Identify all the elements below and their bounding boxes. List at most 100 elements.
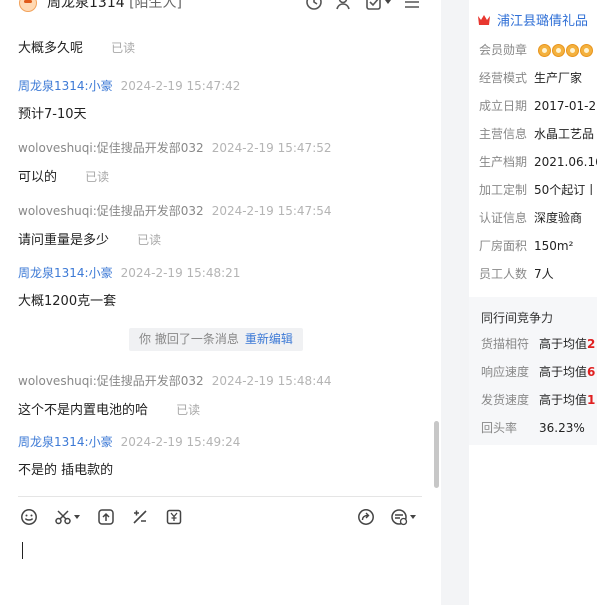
medal-icon: [551, 44, 565, 57]
chevron-down-icon[interactable]: [410, 515, 416, 519]
message-text: 预计7-10天: [18, 107, 87, 122]
competitiveness-box: 同行间竞争力 货描相符 高于均值2 响应速度 高于均值6 发货速度 高于均值1 回头率…: [469, 297, 597, 445]
compete-value: 36.23%: [539, 421, 585, 435]
message-item: 周龙泉1314:小豪 2024-2-19 15:47:42 预计7-10天: [18, 78, 240, 124]
chat-pane: 周龙泉1314 [陌生人] 大概多久呢 已读 周龙泉1314:小豪 2024-2…: [0, 0, 441, 605]
compete-row: 货描相符 高于均值2: [481, 335, 595, 352]
recall-notice: 你 撤回了一条消息 重新编辑: [129, 328, 303, 351]
checklist-icon[interactable]: [365, 0, 391, 11]
message-time: 2024-2-19 15:47:42: [120, 79, 241, 93]
info-value: 水晶工艺品: [534, 127, 595, 141]
message-item: woloveshuqi:促佳搜品开发部032 2024-2-19 15:48:44…: [18, 373, 332, 420]
message-list: 大概多久呢 已读 周龙泉1314:小豪 2024-2-19 15:47:42 预计…: [0, 14, 432, 496]
message-item: 周龙泉1314:小豪 2024-2-19 15:48:21 大概1200克一套: [18, 265, 240, 311]
info-label: 主营信息: [479, 127, 528, 141]
message-item: woloveshuqi:促佳搜品开发部032 2024-2-19 15:47:54…: [18, 203, 332, 250]
header-actions: [305, 0, 421, 11]
crown-icon: [478, 14, 490, 25]
read-status: 已读: [111, 41, 136, 55]
shop-name-row[interactable]: 浦江县璐倩礼品: [477, 10, 588, 29]
message-text: 不是的 插电款的: [18, 463, 114, 478]
compete-value: 高于均值: [539, 393, 588, 407]
contact-avatar[interactable]: [19, 0, 37, 12]
message-text: 大概多久呢: [18, 41, 84, 56]
shop-name[interactable]: 浦江县璐倩礼品: [497, 10, 588, 29]
compete-label: 发货速度: [481, 393, 530, 407]
price-icon[interactable]: [165, 508, 183, 526]
info-row: 生产档期 2021.06.16: [479, 153, 597, 170]
info-value: 7人: [534, 267, 554, 281]
compete-highlight: 6: [587, 365, 596, 379]
compete-highlight: 1: [587, 393, 596, 407]
message-sender[interactable]: 周龙泉1314:小豪: [18, 435, 113, 449]
info-row: 主营信息 水晶工艺品: [479, 125, 594, 142]
add-contact-icon[interactable]: [335, 0, 353, 11]
chevron-down-icon[interactable]: [74, 515, 80, 519]
text-cursor: [22, 542, 23, 559]
message-input[interactable]: [18, 538, 422, 598]
read-status: 已读: [176, 403, 201, 417]
message-sender: woloveshuqi:促佳搜品开发部032: [18, 204, 204, 218]
message-sender: woloveshuqi:促佳搜品开发部032: [18, 374, 204, 388]
info-row: 厂房面积 150m²: [479, 237, 573, 254]
message-item: 周龙泉1314:小豪 2024-2-19 15:49:24 不是的 插电款的: [18, 434, 240, 480]
message-item: woloveshuqi:促佳搜品开发部032 2024-2-19 15:47:52…: [18, 140, 332, 187]
message-time: 2024-2-19 15:47:54: [211, 204, 332, 218]
recall-notice-text: 你 撤回了一条消息: [139, 332, 239, 346]
compete-value: 高于均值: [539, 337, 588, 351]
medal-icon: [579, 44, 593, 57]
message-item: 大概多久呢 已读: [18, 39, 135, 58]
message-time: 2024-2-19 15:48:44: [211, 374, 332, 388]
composer-toolbar: [18, 508, 422, 530]
info-row: 成立日期 2017-01-26: [479, 97, 597, 114]
info-label: 加工定制: [479, 183, 528, 197]
info-value: 生产厂家: [534, 71, 583, 85]
read-status: 已读: [85, 170, 110, 184]
message-scrollbar[interactable]: [434, 421, 439, 488]
info-row: 加工定制 50个起订丨: [479, 181, 597, 198]
chat-header: 周龙泉1314 [陌生人]: [0, 0, 441, 14]
quick-reply-icon[interactable]: [390, 508, 416, 526]
medal-icon: [537, 44, 551, 57]
discount-icon[interactable]: [131, 508, 149, 526]
composer-divider: [18, 496, 422, 497]
message-text-row: 大概多久呢 已读: [18, 39, 135, 58]
emoji-icon[interactable]: [20, 508, 38, 526]
info-label: 认证信息: [479, 211, 528, 225]
info-value: 深度验商: [534, 211, 583, 225]
info-value: 2021.06.16: [534, 155, 597, 169]
message-time: 2024-2-19 15:48:21: [120, 266, 241, 280]
upload-file-icon[interactable]: [97, 508, 115, 526]
re-edit-link[interactable]: 重新编辑: [245, 332, 293, 346]
message-sender: woloveshuqi:促佳搜品开发部032: [18, 141, 204, 155]
shop-info-panel: 浦江县璐倩礼品 会员勋章 经营模式 生产厂家 成立日期 2017-01-26 主营信…: [469, 0, 597, 605]
message-text: 大概1200克一套: [18, 294, 117, 309]
compete-value: 高于均值: [539, 365, 588, 379]
compete-label: 货描相符: [481, 337, 530, 351]
history-icon[interactable]: [305, 0, 323, 11]
info-value: 150m²: [534, 239, 574, 253]
message-sender[interactable]: 周龙泉1314:小豪: [18, 79, 113, 93]
info-label: 经营模式: [479, 71, 528, 85]
forward-icon[interactable]: [357, 508, 375, 526]
contact-title: 周龙泉1314 [陌生人]: [47, 0, 182, 12]
message-time: 2024-2-19 15:47:52: [211, 141, 332, 155]
message-text: 请问重量是多少: [18, 233, 110, 248]
info-label: 厂房面积: [479, 239, 528, 253]
compete-row: 回头率 36.23%: [481, 419, 585, 436]
info-label: 生产档期: [479, 155, 528, 169]
info-label: 员工人数: [479, 267, 528, 281]
message-sender[interactable]: 周龙泉1314:小豪: [18, 266, 113, 280]
compete-row: 发货速度 高于均值1: [481, 391, 595, 408]
screenshot-icon[interactable]: [54, 508, 80, 526]
menu-icon[interactable]: [403, 0, 421, 11]
info-row-medal: 会员勋章: [479, 41, 593, 58]
message-text: 可以的: [18, 170, 58, 185]
compete-label: 响应速度: [481, 365, 530, 379]
compete-highlight: 2: [587, 337, 596, 351]
message-time: 2024-2-19 15:49:24: [120, 435, 241, 449]
info-row: 认证信息 深度验商: [479, 209, 582, 226]
message-text: 这个不是内置电池的哈: [18, 403, 149, 418]
compete-row: 响应速度 高于均值6: [481, 363, 595, 380]
medal-icon: [565, 44, 579, 57]
